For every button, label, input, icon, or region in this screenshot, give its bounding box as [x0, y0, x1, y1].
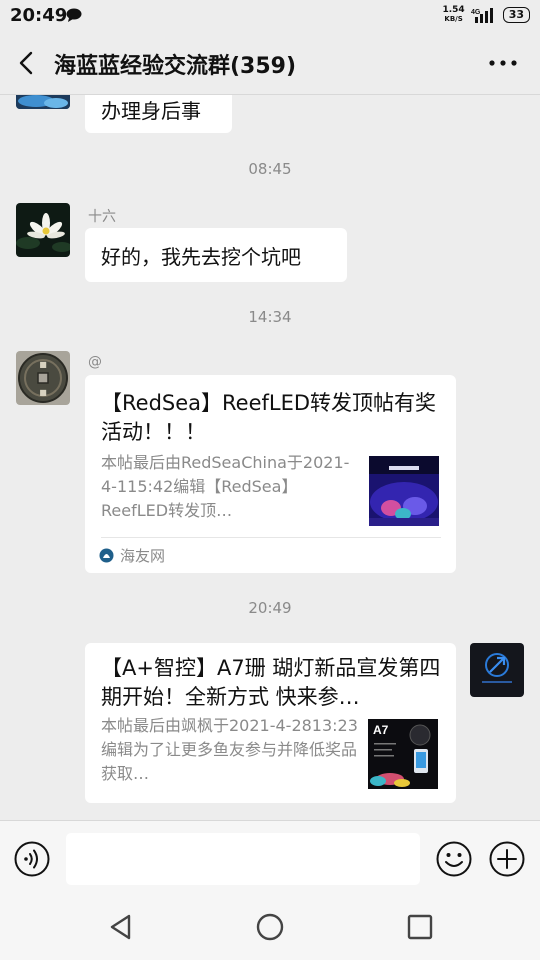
back-triangle-icon[interactable]: [106, 912, 136, 942]
home-circle-icon[interactable]: [255, 912, 285, 942]
source-logo-icon: [99, 548, 114, 563]
sender-name: 十六: [88, 209, 116, 225]
back-icon[interactable]: [14, 50, 40, 76]
message-input[interactable]: [66, 833, 420, 885]
avatar[interactable]: [16, 95, 70, 109]
my-avatar[interactable]: [470, 643, 524, 697]
link-card[interactable]: 【A+智控】A7珊 瑚灯新品宣发第四期开始！全新方式 快来参… 本帖最后由飒枫于…: [85, 643, 456, 803]
link-card-divider: [101, 537, 441, 538]
status-bar: 20:49 1.54 KB/S 4G 33: [0, 0, 540, 32]
link-card-source: 海友网: [99, 545, 165, 566]
avatar[interactable]: [16, 203, 70, 257]
svg-text:■: ■: [39, 388, 47, 397]
status-right: 1.54 KB/S 4G 33: [442, 6, 530, 24]
signal-icon: 4G: [471, 8, 493, 23]
chat-header: 海蓝蓝经验交流群(359): [0, 32, 540, 95]
system-nav-bar: [0, 898, 540, 960]
svg-text:4G: 4G: [471, 9, 481, 16]
recents-square-icon[interactable]: [405, 912, 435, 942]
timestamp: 14:34: [248, 308, 292, 326]
svg-text:■: ■: [39, 360, 47, 369]
emoji-icon[interactable]: [436, 841, 472, 877]
timestamp: 20:49: [248, 599, 292, 617]
plus-icon[interactable]: [489, 841, 525, 877]
input-bar: [0, 820, 540, 899]
voice-input-icon[interactable]: [14, 841, 50, 877]
source-name: 海友网: [120, 547, 166, 565]
timestamp: 08:45: [248, 160, 292, 178]
chat-messages[interactable]: 办理身后事 08:45 十六 好的，我先去挖个坑吧 14:34 ■ ■ @ 【R…: [0, 95, 540, 820]
link-card-title: 【A+智控】A7珊 瑚灯新品宣发第四期开始！全新方式 快来参…: [101, 656, 441, 709]
message-notification-icon: [66, 8, 82, 22]
link-card-thumbnail: [369, 456, 439, 526]
battery-icon: 33: [502, 7, 530, 23]
more-icon[interactable]: [488, 54, 518, 72]
avatar[interactable]: ■ ■: [16, 351, 70, 405]
message-text: 好的，我先去挖个坑吧: [101, 245, 301, 269]
net-speed: 1.54 KB/S: [442, 5, 465, 24]
message-bubble[interactable]: 好的，我先去挖个坑吧: [85, 228, 347, 282]
svg-text:A7: A7: [373, 723, 389, 737]
message-bubble[interactable]: 办理身后事: [85, 95, 232, 133]
message-text: 办理身后事: [101, 99, 201, 123]
link-card-thumbnail: A7: [368, 719, 438, 789]
link-card-title: 【RedSea】ReefLED转发顶帖有奖活动！！！: [101, 391, 437, 444]
sender-name: @: [88, 354, 102, 370]
link-card-description: 本帖最后由飒枫于2021-4-2813:23编辑为了让更多鱼友参与并降低奖品获取…: [101, 716, 358, 783]
link-card-description: 本帖最后由RedSeaChina于2021-4-115:42编辑【RedSea】…: [101, 453, 350, 520]
status-time: 20:49: [10, 5, 68, 26]
page-title: 海蓝蓝经验交流群(359): [54, 54, 297, 79]
link-card[interactable]: 【RedSea】ReefLED转发顶帖有奖活动！！！ 本帖最后由RedSeaCh…: [85, 375, 456, 573]
